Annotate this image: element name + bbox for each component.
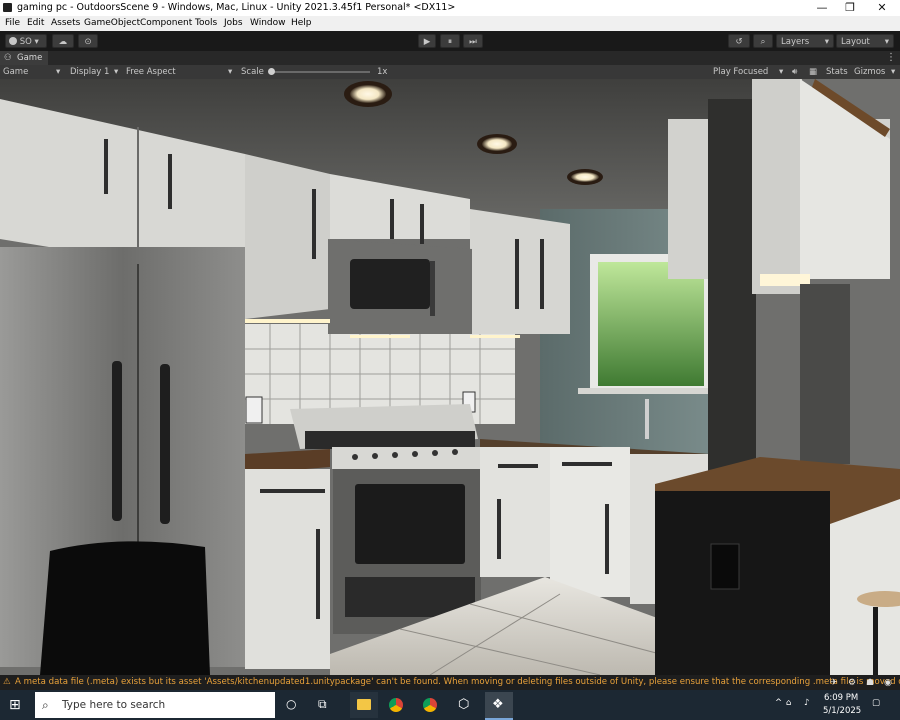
step-icon: ⏭ bbox=[469, 37, 477, 47]
taskbar-app-chrome-2[interactable] bbox=[417, 692, 445, 718]
account-label: SO bbox=[19, 37, 32, 47]
menu-bar: File Edit Assets GameObject Component To… bbox=[0, 16, 900, 31]
menu-assets[interactable]: Assets bbox=[51, 16, 80, 31]
layout-dropdown[interactable]: Layout ▾ bbox=[836, 34, 894, 48]
activity-icon[interactable]: ◉ bbox=[884, 678, 892, 688]
close-button[interactable]: ✕ bbox=[868, 0, 896, 16]
scale-label: Scale bbox=[241, 67, 264, 77]
taskbar-search-box[interactable]: ⌕ Type here to search bbox=[35, 692, 275, 718]
minimize-button[interactable]: — bbox=[808, 0, 836, 16]
account-icon bbox=[9, 37, 17, 45]
tab-game[interactable]: ⚇ Game bbox=[0, 51, 48, 65]
history-button[interactable]: ↺ bbox=[728, 34, 750, 48]
chevron-down-icon: ▾ bbox=[891, 67, 896, 77]
task-view-icon[interactable]: ⧉ bbox=[318, 697, 327, 712]
audio-mute-icon[interactable]: 🔊︎ bbox=[792, 65, 797, 79]
gamepad-icon: ⚇ bbox=[4, 53, 12, 63]
history-icon: ↺ bbox=[735, 37, 743, 47]
kitchen-scene-render bbox=[0, 79, 900, 675]
taskbar-app-unity[interactable]: ❖ bbox=[485, 692, 513, 720]
collab-button[interactable]: ⊙ bbox=[78, 34, 98, 48]
play-mode-select[interactable]: Play Focused bbox=[713, 65, 768, 79]
menu-tools[interactable]: Tools bbox=[195, 16, 217, 31]
aspect-select[interactable]: Free Aspect bbox=[126, 65, 176, 79]
chevron-down-icon: ▾ bbox=[34, 37, 39, 47]
game-view-toolbar: Game ▾ Display 1 ▾ Free Aspect ▾ Scale 1… bbox=[0, 65, 900, 79]
menu-help[interactable]: Help bbox=[291, 16, 312, 31]
menu-file[interactable]: File bbox=[5, 16, 20, 31]
status-message: A meta data file (.meta) exists but its … bbox=[15, 677, 900, 687]
warning-icon: ⚠ bbox=[3, 677, 11, 687]
game-view-viewport[interactable] bbox=[0, 79, 900, 675]
window-title-bar: gaming pc - OutdoorsScene 9 - Windows, M… bbox=[0, 0, 900, 16]
panel-menu-icon[interactable]: ⋮ bbox=[886, 51, 896, 65]
windows-taskbar: ⊞ ⌕ Type here to search ○ ⧉ ⬡ ❖ ^ ⌂ ♪ 6:… bbox=[0, 690, 900, 720]
chrome-icon bbox=[423, 698, 437, 712]
menu-gameobject[interactable]: GameObject bbox=[84, 16, 140, 31]
search-placeholder: Type here to search bbox=[62, 699, 166, 711]
layout-grid-icon[interactable]: ▦ bbox=[809, 65, 817, 79]
chevron-down-icon: ▾ bbox=[824, 37, 829, 47]
chevron-down-icon: ▾ bbox=[779, 67, 784, 77]
collab-status-icon[interactable]: ✈ bbox=[830, 678, 838, 688]
pause-button[interactable]: ⏸ bbox=[440, 34, 460, 48]
profiler-icon[interactable]: ⚙ bbox=[848, 678, 856, 688]
view-select[interactable]: Game bbox=[3, 65, 28, 79]
gizmos-button[interactable]: Gizmos bbox=[854, 65, 885, 79]
cloud-button[interactable]: ☁ bbox=[52, 34, 74, 48]
search-icon: ⌕ bbox=[760, 37, 766, 47]
restore-button[interactable]: ❐ bbox=[836, 0, 864, 16]
unity-logo-icon bbox=[3, 3, 12, 12]
windows-start-icon[interactable]: ⊞ bbox=[9, 697, 21, 713]
tray-expand-icon[interactable]: ^ bbox=[775, 698, 782, 708]
display-select[interactable]: Display 1 bbox=[70, 65, 109, 79]
search-icon: ⌕ bbox=[42, 698, 49, 712]
taskbar-app-unity-hub[interactable]: ⬡ bbox=[451, 692, 479, 718]
notifications-icon[interactable]: ▢ bbox=[872, 698, 880, 708]
scale-slider-handle[interactable] bbox=[268, 68, 275, 75]
network-icon[interactable]: ⌂ bbox=[786, 698, 791, 708]
taskbar-app-chrome[interactable] bbox=[383, 692, 411, 718]
clock-time[interactable]: 6:09 PM bbox=[824, 693, 858, 703]
volume-icon[interactable]: ♪ bbox=[804, 698, 809, 708]
cloud-icon: ☁ bbox=[58, 37, 68, 47]
scale-value: 1x bbox=[377, 67, 388, 77]
main-toolbar: SO ▾ ☁ ⊙ ▶ ⏸ ⏭ ↺ ⌕ Layers ▾ Layout ▾ bbox=[0, 31, 900, 51]
unity-hub-icon: ⬡ bbox=[458, 697, 470, 712]
step-button[interactable]: ⏭ bbox=[463, 34, 483, 48]
layout-label: Layout bbox=[841, 37, 870, 47]
file-explorer-icon bbox=[357, 699, 371, 710]
menu-window[interactable]: Window bbox=[250, 16, 286, 31]
collab-icon: ⊙ bbox=[84, 37, 92, 47]
clock-date[interactable]: 5/1/2025 bbox=[823, 706, 861, 716]
taskbar-app-file-explorer[interactable] bbox=[350, 692, 378, 718]
menu-edit[interactable]: Edit bbox=[27, 16, 44, 31]
unity-icon: ❖ bbox=[492, 697, 504, 712]
search-button[interactable]: ⌕ bbox=[753, 34, 773, 48]
play-icon: ▶ bbox=[423, 37, 431, 47]
chevron-down-icon: ▾ bbox=[56, 67, 61, 77]
chevron-down-icon: ▾ bbox=[884, 37, 889, 47]
menu-jobs[interactable]: Jobs bbox=[224, 16, 243, 31]
chevron-down-icon: ▾ bbox=[228, 67, 233, 77]
tab-game-label: Game bbox=[17, 53, 43, 63]
layers-label: Layers bbox=[781, 37, 810, 47]
cortana-icon[interactable]: ○ bbox=[286, 697, 296, 711]
debug-mode-icon[interactable]: ☗ bbox=[866, 678, 874, 688]
window-title: gaming pc - OutdoorsScene 9 - Windows, M… bbox=[17, 2, 456, 13]
pause-icon: ⏸ bbox=[447, 37, 453, 47]
chevron-down-icon: ▾ bbox=[114, 67, 119, 77]
stats-button[interactable]: Stats bbox=[826, 65, 848, 79]
account-button[interactable]: SO ▾ bbox=[5, 34, 47, 48]
scale-slider[interactable] bbox=[268, 68, 370, 75]
layers-dropdown[interactable]: Layers ▾ bbox=[776, 34, 834, 48]
play-button[interactable]: ▶ bbox=[418, 34, 436, 48]
console-status-bar[interactable]: ⚠ A meta data file (.meta) exists but it… bbox=[0, 675, 900, 690]
chrome-icon bbox=[389, 698, 403, 712]
menu-component[interactable]: Component bbox=[140, 16, 192, 31]
panel-tab-row: ⚇ Game ⋮ bbox=[0, 51, 900, 65]
